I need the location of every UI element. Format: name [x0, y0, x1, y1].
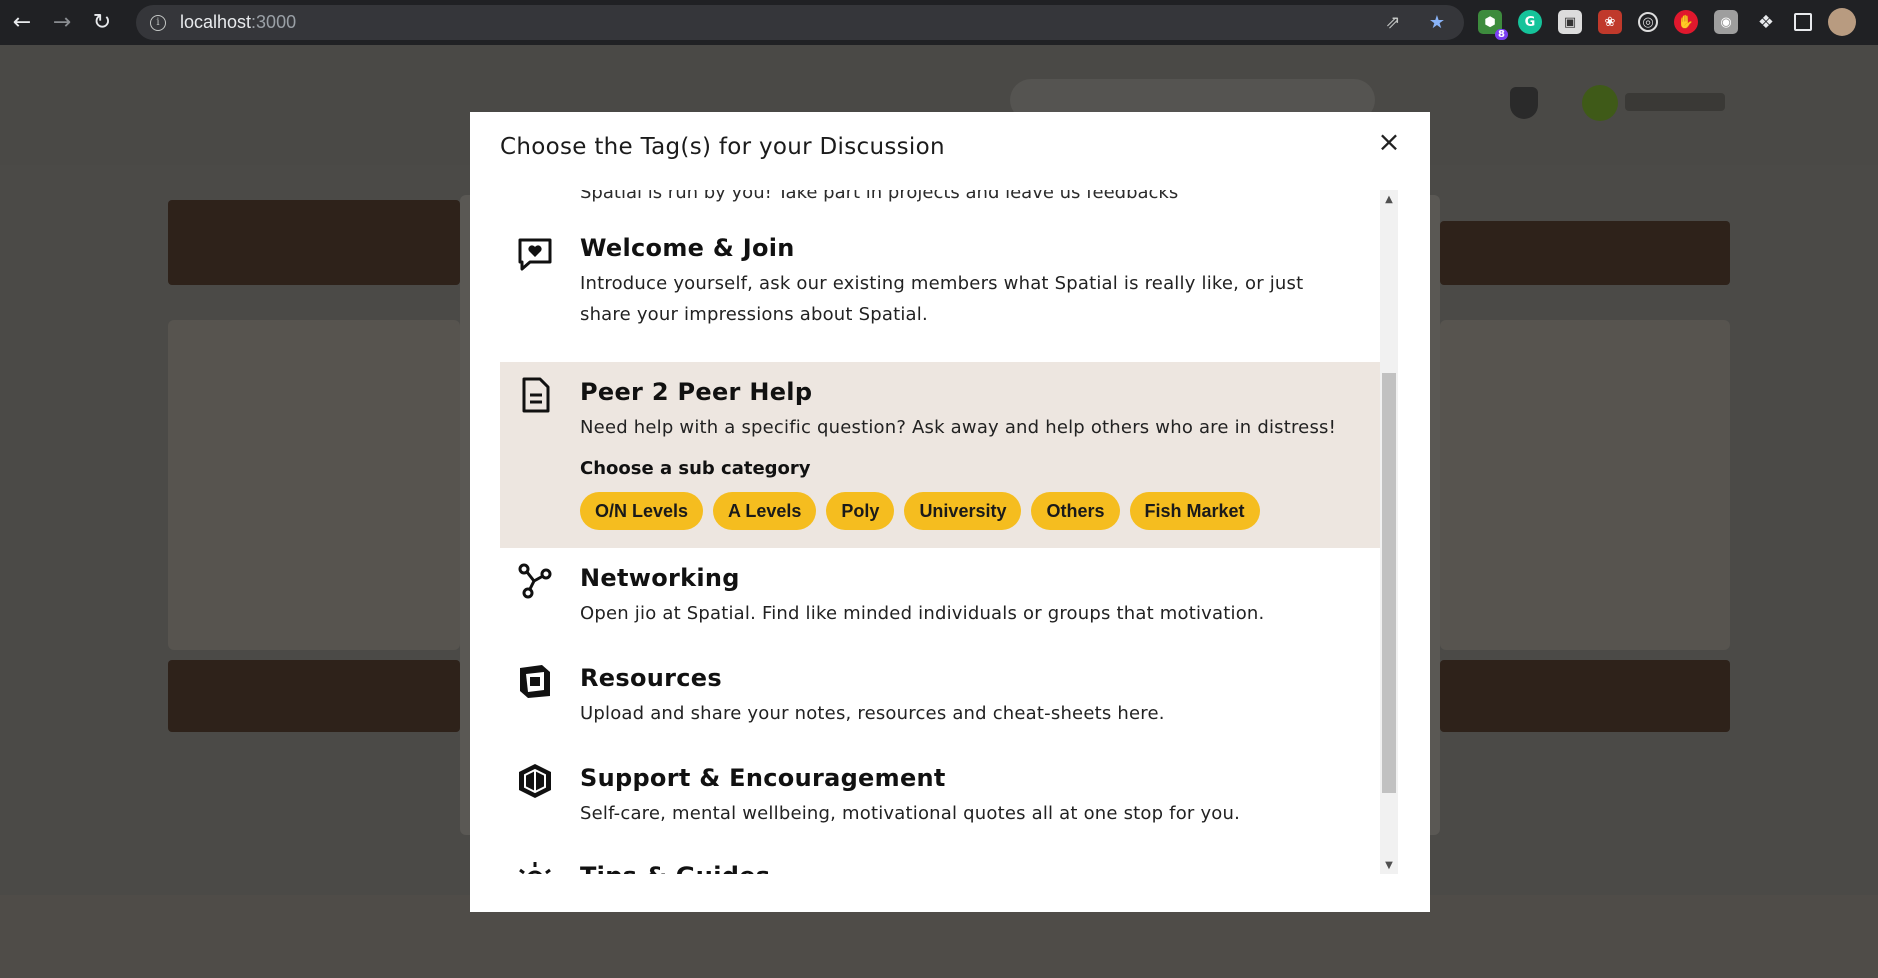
back-arrow-icon[interactable]: ←: [4, 5, 40, 41]
bg-banner-right-2: [1440, 660, 1730, 732]
extension-ladybug-icon[interactable]: ❀: [1598, 10, 1622, 34]
category-peer-help[interactable]: Peer 2 Peer Help Need help with a specif…: [500, 362, 1382, 548]
category-title: Peer 2 Peer Help: [580, 378, 813, 406]
tag-picker-modal: Choose the Tag(s) for your Discussion × …: [470, 112, 1430, 912]
shield-icon: [1510, 87, 1538, 119]
category-title: Support & Encouragement: [580, 764, 946, 792]
extension-badge: 8: [1495, 29, 1508, 40]
category-list[interactable]: Spatial is run by you! Take part in proj…: [500, 190, 1386, 874]
sub-category-label: Choose a sub category: [580, 458, 811, 479]
browser-toolbar: ← → ↻ i localhost:3000 ⇗ ★ ⬢ 8 G ▣ ❀ ◎ ✋ …: [0, 0, 1878, 45]
site-info-icon[interactable]: i: [150, 14, 166, 31]
bg-banner-right: [1440, 221, 1730, 285]
extensions-puzzle-icon[interactable]: ❖: [1754, 10, 1778, 34]
bookmark-star-icon[interactable]: ★: [1426, 11, 1448, 33]
user-name: [1625, 93, 1725, 111]
scrollbar-thumb[interactable]: [1382, 373, 1396, 793]
scroll-down-arrow-icon[interactable]: ▼: [1380, 856, 1398, 874]
profile-avatar[interactable]: [1828, 8, 1856, 36]
category-description: Self-care, mental wellbeing, motivationa…: [580, 803, 1241, 824]
cube-icon: [519, 764, 551, 798]
partial-category-desc: Spatial is run by you! Take part in proj…: [580, 190, 1179, 203]
camera-icon[interactable]: ◉: [1714, 10, 1738, 34]
url-host: localhost: [180, 12, 252, 32]
extension-node-icon[interactable]: ⬢ 8: [1478, 10, 1508, 40]
bg-banner-left: [168, 200, 460, 285]
scroll-up-arrow-icon[interactable]: ▲: [1380, 190, 1398, 208]
list-scrollbar[interactable]: ▲ ▼: [1380, 190, 1398, 874]
category-title: Tips & Guides: [580, 862, 770, 874]
chip-on-levels[interactable]: O/N Levels: [580, 492, 704, 530]
book-icon: [520, 665, 550, 698]
address-bar[interactable]: i localhost:3000 ⇗ ★: [136, 5, 1464, 40]
extension-target-icon[interactable]: ◎: [1638, 12, 1658, 32]
sub-category-chips: O/N Levels A Levels Poly University Othe…: [580, 492, 1260, 530]
chip-university[interactable]: University: [904, 492, 1022, 530]
reload-icon[interactable]: ↻: [84, 5, 120, 41]
chip-others[interactable]: Others: [1031, 492, 1120, 530]
url-port: :3000: [251, 12, 297, 32]
category-title: Welcome & Join: [580, 234, 795, 262]
category-description: Need help with a specific question? Ask …: [580, 417, 1337, 438]
modal-title: Choose the Tag(s) for your Discussion: [500, 134, 945, 160]
forward-arrow-icon[interactable]: →: [44, 5, 80, 41]
bg-banner-left-2: [168, 660, 460, 732]
document-icon: [522, 377, 550, 413]
category-description: Introduce yourself, ask our existing mem…: [580, 273, 1304, 325]
category-title: Networking: [580, 564, 740, 592]
grammarly-icon[interactable]: G: [1518, 10, 1542, 34]
network-nodes-icon: [518, 563, 552, 599]
chip-fish-market[interactable]: Fish Market: [1129, 492, 1260, 530]
category-description: Upload and share your notes, resources a…: [580, 703, 1165, 724]
category-description: Open jio at Spatial. Find like minded in…: [580, 603, 1265, 624]
category-support[interactable]: Support & Encouragement Self-care, menta…: [500, 758, 1382, 848]
extension-image-icon[interactable]: ▣: [1558, 10, 1582, 34]
chip-poly[interactable]: Poly: [826, 492, 895, 530]
url-text: localhost:3000: [180, 12, 296, 33]
user-avatar: [1582, 85, 1618, 121]
bg-card-right: [1440, 320, 1730, 650]
category-tips-guides[interactable]: Tips & Guides: [500, 856, 1382, 874]
chip-a-levels[interactable]: A Levels: [713, 492, 817, 530]
extension-hand-icon[interactable]: ✋: [1674, 10, 1698, 34]
side-panel-icon[interactable]: [1794, 13, 1812, 31]
sun-icon: [519, 862, 551, 874]
category-welcome-join[interactable]: Welcome & Join Introduce yourself, ask o…: [500, 232, 1382, 352]
category-resources[interactable]: Resources Upload and share your notes, r…: [500, 658, 1382, 748]
share-icon[interactable]: ⇗: [1382, 11, 1404, 33]
bg-card-left: [168, 320, 460, 650]
close-icon[interactable]: ×: [1374, 125, 1404, 158]
category-networking[interactable]: Networking Open jio at Spatial. Find lik…: [500, 558, 1382, 648]
chat-heart-icon: [518, 238, 552, 271]
category-title: Resources: [580, 664, 722, 692]
